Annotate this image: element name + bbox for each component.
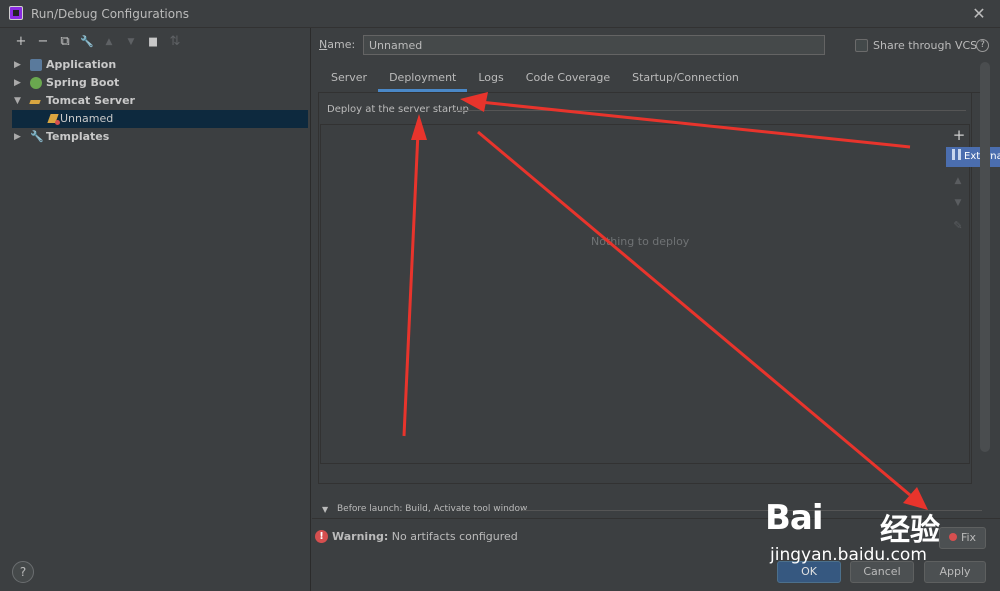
tab-server[interactable]: Server: [320, 66, 378, 92]
add-artifact-icon[interactable]: +: [951, 127, 967, 143]
folder-icon[interactable]: ▆: [142, 32, 164, 52]
application-icon: [30, 59, 42, 71]
panel-splitter[interactable]: [310, 28, 311, 591]
error-icon: !: [315, 530, 328, 543]
tree-item-templates[interactable]: ▶ 🔧 Templates: [12, 128, 308, 146]
spring-boot-icon: [30, 77, 42, 89]
sort-icon: ⇅: [169, 34, 181, 49]
external-source-menu-item[interactable]: External Source...: [946, 147, 1000, 167]
tree-item-spring-boot[interactable]: ▶ Spring Boot: [12, 74, 308, 92]
empty-list-text: Nothing to deploy: [591, 235, 690, 248]
deployment-list[interactable]: [320, 124, 970, 464]
baidu-watermark-logo: Bai: [765, 498, 824, 538]
tree-item-label: Application: [46, 58, 117, 71]
tab-deployment[interactable]: Deployment: [378, 66, 468, 92]
help-button[interactable]: ?: [12, 561, 34, 583]
add-icon[interactable]: +: [10, 32, 32, 52]
apply-button[interactable]: Apply: [924, 561, 986, 583]
intellij-app-icon: [9, 6, 23, 20]
tree-item-tomcat-server[interactable]: ▼ Tomcat Server: [12, 92, 308, 110]
tomcat-icon: [30, 95, 42, 107]
vertical-scrollbar[interactable]: [980, 62, 990, 452]
configuration-tree: ▶ Application ▶ Spring Boot ▼ Tomcat Ser…: [12, 56, 308, 146]
tree-item-unnamed[interactable]: Unnamed: [12, 110, 308, 128]
tree-item-label: Templates: [46, 130, 110, 143]
name-label: Name:: [319, 38, 356, 51]
move-up-icon: ▲: [954, 176, 962, 186]
config-tabs: Server Deployment Logs Code Coverage Sta…: [320, 66, 750, 92]
warning-message: Warning: No artifacts configured: [332, 530, 518, 543]
section-divider: [452, 110, 966, 111]
move-down-icon: ▼: [954, 198, 962, 208]
move-up-icon: ▲: [105, 37, 113, 47]
before-launch-label[interactable]: Before launch: Build, Activate tool wind…: [337, 504, 527, 514]
help-icon[interactable]: ?: [976, 39, 989, 52]
move-down-icon: ▼: [127, 37, 135, 47]
error-icon: [948, 533, 957, 541]
wrench-icon[interactable]: 🔧: [76, 32, 98, 52]
collapse-arrow-icon[interactable]: ▼: [322, 505, 328, 514]
wrench-icon: 🔧: [30, 130, 44, 143]
deploy-section-title: Deploy at the server startup: [327, 104, 469, 115]
expand-arrow-icon[interactable]: ▶: [14, 128, 24, 146]
expand-arrow-icon[interactable]: ▶: [14, 74, 24, 92]
baidu-watermark-url: jingyan.baidu.com: [770, 545, 927, 565]
remove-icon[interactable]: −: [32, 32, 54, 52]
share-through-vcs-label[interactable]: Share through VCS: [873, 39, 977, 52]
baidu-watermark-text: 经验: [880, 513, 940, 548]
fix-button[interactable]: Fix: [939, 527, 986, 549]
tab-startup-connection[interactable]: Startup/Connection: [621, 66, 750, 92]
edit-icon: ✎: [953, 219, 963, 232]
share-through-vcs-checkbox[interactable]: [855, 39, 868, 52]
tab-code-coverage[interactable]: Code Coverage: [515, 66, 621, 92]
collapse-arrow-icon[interactable]: ▼: [14, 92, 24, 110]
name-input[interactable]: [363, 35, 825, 55]
copy-icon[interactable]: ⧉: [54, 32, 76, 52]
tree-item-label: Tomcat Server: [46, 94, 135, 107]
tab-logs[interactable]: Logs: [467, 66, 514, 92]
tree-item-label: Spring Boot: [46, 76, 120, 89]
tree-item-label: Unnamed: [60, 112, 114, 125]
tomcat-run-config-icon: [48, 113, 60, 125]
external-source-icon: [952, 149, 961, 160]
expand-arrow-icon[interactable]: ▶: [14, 56, 24, 74]
window-title: Run/Debug Configurations: [31, 7, 189, 21]
close-icon[interactable]: ✕: [968, 3, 990, 25]
tree-item-application[interactable]: ▶ Application: [12, 56, 308, 74]
left-toolbar: + − ⧉ 🔧 ▲ ▼ ▆ ⇅: [10, 32, 186, 52]
